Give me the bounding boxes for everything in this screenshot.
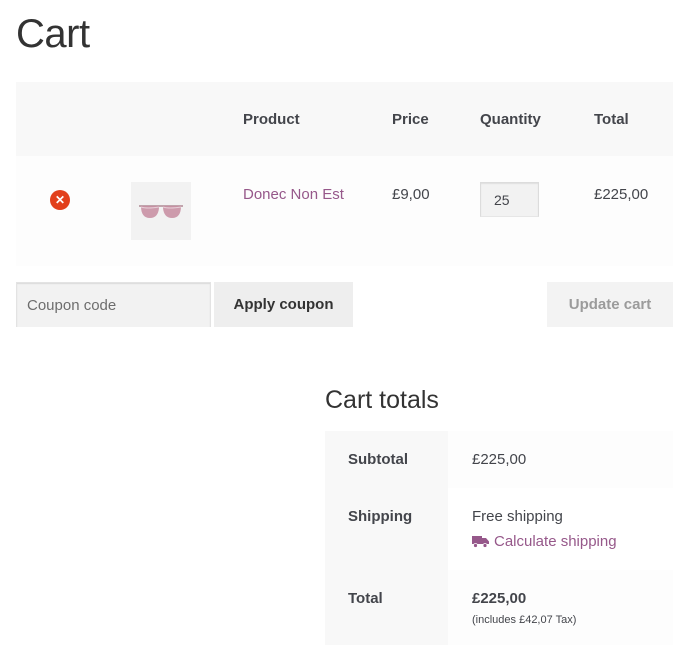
table-row: ✕ Donec Non Est £9,00 £225,00 [16,156,673,266]
cart-table-header: Product Price Quantity Total [16,82,673,156]
update-cart-button[interactable]: Update cart [547,282,673,327]
page-title: Cart [16,12,90,56]
quantity-input[interactable] [480,182,539,217]
header-total: Total [594,111,629,128]
product-price: £9,00 [392,186,430,203]
tax-note: (includes £42,07 Tax) [472,614,577,626]
product-name-link[interactable]: Donec Non Est [243,186,344,203]
apply-coupon-button[interactable]: Apply coupon [214,282,353,327]
cart-totals-table: Subtotal £225,00 Shipping Free shipping … [325,431,673,645]
subtotal-value: £225,00 [472,451,527,468]
calculate-shipping-label: Calculate shipping [494,533,617,550]
total-label: Total [348,590,383,607]
total-value: £225,00 [472,590,527,607]
coupon-code-input[interactable] [16,282,211,327]
truck-icon [472,536,489,548]
shipping-value: Free shipping [472,508,563,525]
remove-item-icon[interactable]: ✕ [50,190,70,210]
subtotal-label: Subtotal [348,451,408,468]
totals-row-bg [448,488,673,570]
product-thumbnail[interactable] [131,182,191,240]
header-product: Product [243,111,300,128]
calculate-shipping-link[interactable]: Calculate shipping [472,533,617,550]
totals-row-bg [448,570,673,645]
header-price: Price [392,111,429,128]
product-subtotal: £225,00 [594,186,649,203]
sunglasses-icon [139,205,183,218]
cart-totals-title: Cart totals [325,386,439,414]
header-quantity: Quantity [480,111,541,128]
shipping-label: Shipping [348,508,413,525]
